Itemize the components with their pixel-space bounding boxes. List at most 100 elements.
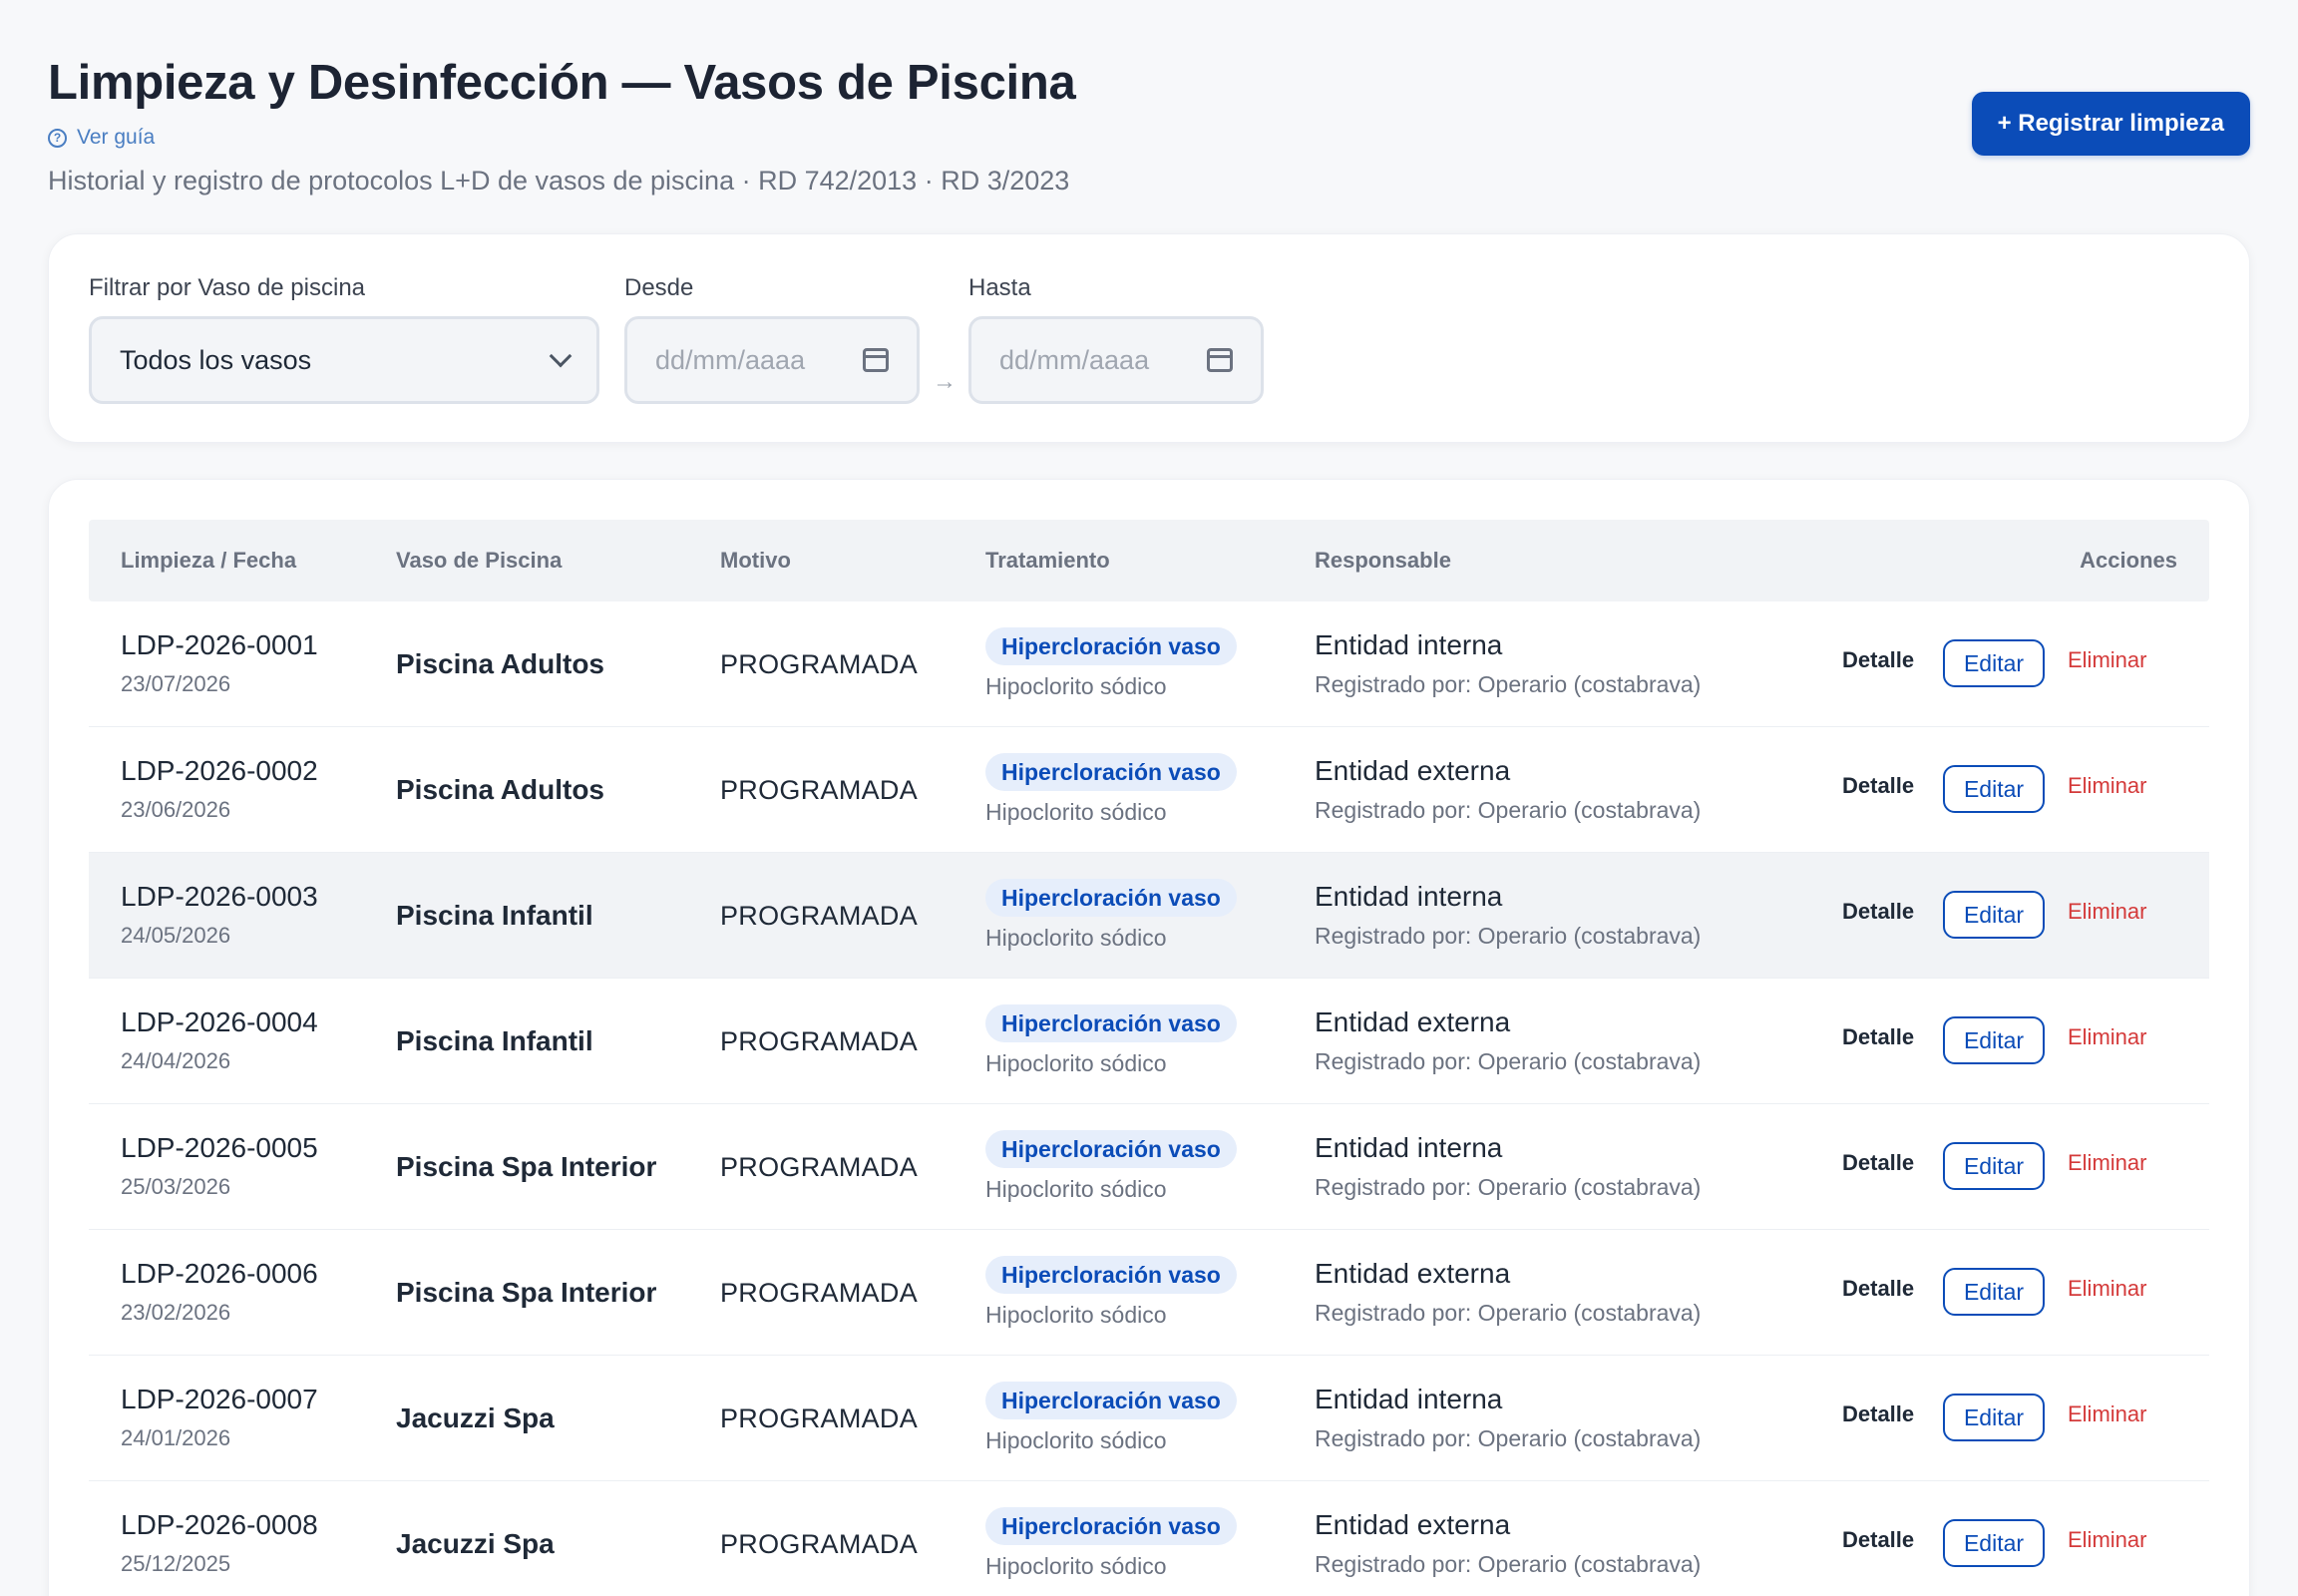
edit-button[interactable]: Editar: [1943, 1394, 2045, 1441]
treatment-product: Hipoclorito sódico: [985, 925, 1167, 951]
registered-by: Registrado por: Operario (costabrava): [1315, 1551, 1702, 1577]
detail-button[interactable]: Detalle: [1842, 1276, 1914, 1302]
delete-button[interactable]: Eliminar: [2068, 1276, 2146, 1302]
cleaning-code: LDP-2026-0004: [121, 1006, 318, 1037]
column-header-limpieza: Limpieza / Fecha: [121, 548, 297, 573]
reason: PROGRAMADA: [720, 1403, 919, 1433]
detail-button[interactable]: Detalle: [1842, 1024, 1914, 1050]
vaso-filter-label: Filtrar por Vaso de piscina: [89, 274, 366, 301]
responsible: Entidad interna: [1315, 1132, 1503, 1163]
vaso-select-value: Todos los vasos: [120, 344, 312, 375]
desde-label: Desde: [624, 274, 694, 301]
responsible: Entidad interna: [1315, 881, 1503, 912]
page-header: Limpieza y Desinfección — Vasos de Pisci…: [48, 52, 2250, 211]
detail-button[interactable]: Detalle: [1842, 1527, 1914, 1553]
detail-button[interactable]: Detalle: [1842, 1150, 1914, 1176]
treatment-product: Hipoclorito sódico: [985, 1050, 1167, 1076]
registered-by: Registrado por: Operario (costabrava): [1315, 1300, 1702, 1326]
registered-by: Registrado por: Operario (costabrava): [1315, 923, 1702, 949]
cleaning-date: 25/03/2026: [121, 1174, 231, 1199]
reason: PROGRAMADA: [720, 1529, 919, 1559]
cleaning-date: 23/02/2026: [121, 1300, 231, 1325]
edit-button[interactable]: Editar: [1943, 1519, 2045, 1567]
calendar-icon[interactable]: [863, 348, 889, 372]
register-cleaning-button[interactable]: + Registrar limpieza: [1971, 92, 2250, 156]
cleaning-date: 23/06/2026: [121, 797, 231, 822]
desde-date-input[interactable]: dd/mm/aaaa: [624, 316, 920, 404]
edit-button[interactable]: Editar: [1943, 639, 2045, 687]
cleaning-date: 24/05/2026: [121, 923, 231, 948]
reason: PROGRAMADA: [720, 775, 919, 805]
delete-button[interactable]: Eliminar: [2068, 1024, 2146, 1050]
detail-button[interactable]: Detalle: [1842, 773, 1914, 799]
filters-card: Filtrar por Vaso de piscina Todos los va…: [48, 233, 2250, 443]
hasta-date-input[interactable]: dd/mm/aaaa: [968, 316, 1264, 404]
table-row: LDP-2026-0004 24/04/2026 Piscina Infanti…: [89, 979, 2209, 1104]
vaso-select[interactable]: Todos los vasos: [89, 316, 599, 404]
chevron-down-icon: [549, 344, 573, 368]
help-circle-icon: ?: [48, 128, 67, 148]
reason: PROGRAMADA: [720, 1152, 919, 1182]
edit-button[interactable]: Editar: [1943, 765, 2045, 813]
treatment-product: Hipoclorito sódico: [985, 1427, 1167, 1453]
pool-name: Piscina Adultos: [396, 774, 605, 805]
delete-button[interactable]: Eliminar: [2068, 899, 2146, 925]
treatment-product: Hipoclorito sódico: [985, 1553, 1167, 1579]
cleaning-code: LDP-2026-0002: [121, 755, 318, 786]
delete-button[interactable]: Eliminar: [2068, 647, 2146, 673]
hasta-label: Hasta: [968, 274, 1031, 301]
cleaning-date: 23/07/2026: [121, 671, 231, 696]
edit-button[interactable]: Editar: [1943, 891, 2045, 939]
treatment-badge: Hipercloración vaso: [985, 879, 1237, 917]
calendar-icon[interactable]: [1207, 348, 1233, 372]
treatment-product: Hipoclorito sódico: [985, 1176, 1167, 1202]
hasta-placeholder: dd/mm/aaaa: [999, 344, 1150, 375]
reason: PROGRAMADA: [720, 1026, 919, 1056]
cleaning-code: LDP-2026-0007: [121, 1384, 318, 1414]
column-header-tratamiento: Tratamiento: [985, 548, 1110, 573]
delete-button[interactable]: Eliminar: [2068, 1150, 2146, 1176]
treatment-badge: Hipercloración vaso: [985, 627, 1237, 665]
responsible: Entidad externa: [1315, 1258, 1511, 1289]
cleaning-code: LDP-2026-0008: [121, 1509, 318, 1540]
registered-by: Registrado por: Operario (costabrava): [1315, 797, 1702, 823]
table-body: LDP-2026-0001 23/07/2026 Piscina Adultos…: [89, 601, 2209, 1596]
edit-button[interactable]: Editar: [1943, 1016, 2045, 1064]
guide-link-label: Ver guía: [77, 126, 156, 149]
pool-name: Piscina Infantil: [396, 1025, 593, 1056]
reason: PROGRAMADA: [720, 649, 919, 679]
table-row: LDP-2026-0002 23/06/2026 Piscina Adultos…: [89, 727, 2209, 853]
edit-button[interactable]: Editar: [1943, 1268, 2045, 1316]
delete-button[interactable]: Eliminar: [2068, 1401, 2146, 1427]
page: Limpieza y Desinfección — Vasos de Pisci…: [0, 0, 2298, 1596]
column-header-motivo: Motivo: [720, 548, 791, 573]
edit-button[interactable]: Editar: [1943, 1142, 2045, 1190]
cleaning-code: LDP-2026-0005: [121, 1132, 318, 1163]
responsible: Entidad interna: [1315, 629, 1503, 660]
treatment-badge: Hipercloración vaso: [985, 1256, 1237, 1294]
detail-button[interactable]: Detalle: [1842, 899, 1914, 925]
detail-button[interactable]: Detalle: [1842, 1401, 1914, 1427]
pool-name: Jacuzzi Spa: [396, 1402, 555, 1433]
guide-link[interactable]: ? Ver guía: [48, 124, 2250, 152]
detail-button[interactable]: Detalle: [1842, 647, 1914, 673]
cleaning-date: 24/04/2026: [121, 1048, 231, 1073]
registered-by: Registrado por: Operario (costabrava): [1315, 671, 1702, 697]
treatment-badge: Hipercloración vaso: [985, 1507, 1237, 1545]
cleaning-code: LDP-2026-0006: [121, 1258, 318, 1289]
registered-by: Registrado por: Operario (costabrava): [1315, 1174, 1702, 1200]
delete-button[interactable]: Eliminar: [2068, 1527, 2146, 1553]
responsible: Entidad externa: [1315, 755, 1511, 786]
delete-button[interactable]: Eliminar: [2068, 773, 2146, 799]
treatment-product: Hipoclorito sódico: [985, 799, 1167, 825]
table-row: LDP-2026-0005 25/03/2026 Piscina Spa Int…: [89, 1104, 2209, 1230]
reason: PROGRAMADA: [720, 901, 919, 931]
treatment-badge: Hipercloración vaso: [985, 1130, 1237, 1168]
table-header: Limpieza / Fecha Vaso de Piscina Motivo …: [89, 520, 2209, 601]
range-arrow: →: [933, 368, 957, 395]
cleaning-code: LDP-2026-0003: [121, 881, 318, 912]
records-table-card: Limpieza / Fecha Vaso de Piscina Motivo …: [48, 479, 2250, 1596]
registered-by: Registrado por: Operario (costabrava): [1315, 1425, 1702, 1451]
responsible: Entidad externa: [1315, 1006, 1511, 1037]
table-row: LDP-2026-0008 25/12/2025 Jacuzzi Spa PRO…: [89, 1481, 2209, 1596]
